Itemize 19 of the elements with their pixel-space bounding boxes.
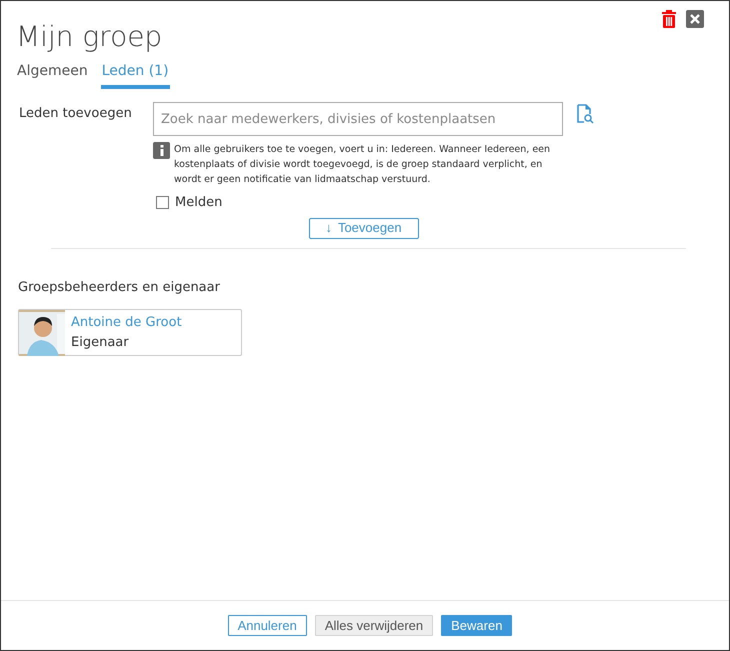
add-button[interactable]: ↓ Toevoegen (308, 218, 418, 238)
info-icon (153, 142, 170, 159)
footer-button[interactable]: Bewaren (441, 615, 512, 636)
window-title: Mijn groep (16, 19, 162, 55)
section-title: Groepsbeheerders en eigenaar (17, 278, 221, 296)
footer-button[interactable]: Annuleren (228, 615, 307, 636)
checkbox[interactable] (156, 196, 169, 210)
member-role: Eigenaar (71, 334, 130, 352)
search-field[interactable]: Zoek naar medewerkers, divisies of kostenplaatsen (153, 102, 563, 136)
trash-icon[interactable] (660, 10, 678, 28)
info-text: Om alle gebruikers toe te voegen, voert u in: Iedereen. Wanneer Iedereen, een kostenplaats of divisie wordt toegevoegd, is de groep standaard verplicht, en wordt er geen notificatie van lidmaatschap verstuurd. (174, 143, 552, 187)
field-label: Leden toevoegen (19, 105, 133, 123)
tab[interactable]: Algemeen (16, 61, 89, 89)
footer-button[interactable]: Alles verwijderen (314, 615, 434, 636)
tab[interactable]: Leden (1) (100, 61, 170, 89)
member-name-link[interactable]: Antoine de Groot (71, 312, 182, 332)
checkbox-label: Melden (175, 194, 222, 212)
document-search-icon[interactable] (575, 104, 595, 124)
close-icon[interactable] (686, 10, 704, 28)
